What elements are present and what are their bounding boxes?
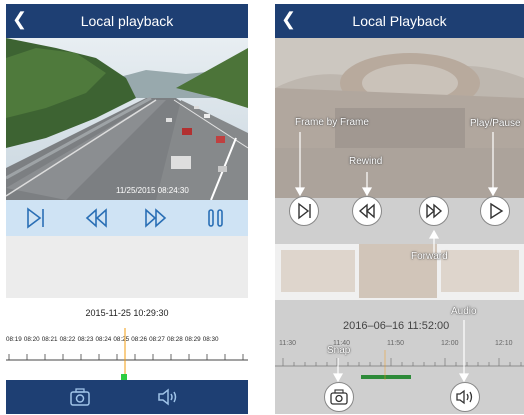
header-bar: ❮ Local Playback bbox=[275, 4, 524, 38]
timeline-label: 12:10 bbox=[495, 340, 513, 347]
current-datetime: 2015-11-25 10:29:30 bbox=[85, 308, 169, 318]
timeline-track[interactable] bbox=[275, 350, 524, 380]
play-pause-label: Play/Pause bbox=[470, 118, 521, 129]
current-datetime: 2016–06–16 11:52:00 bbox=[343, 320, 450, 332]
forward-label: Forward bbox=[411, 251, 448, 262]
timestamp-overlay: 11/25/2015 08:24:30 bbox=[116, 186, 189, 195]
fast-forward-icon bbox=[145, 208, 167, 228]
timeline-label: 11:50 bbox=[387, 340, 404, 347]
page-title: Local Playback bbox=[352, 13, 447, 29]
header-bar: ❮ Local playback bbox=[6, 4, 248, 38]
rewind-icon bbox=[358, 203, 375, 219]
pause-button[interactable] bbox=[204, 206, 228, 230]
timeline-label: 12:00 bbox=[441, 340, 459, 347]
rewind-label: Rewind bbox=[349, 156, 383, 167]
timeline-track[interactable] bbox=[6, 326, 248, 380]
audio-label: Audio bbox=[451, 306, 477, 317]
video-player[interactable]: 11/25/2015 08:24:30 bbox=[6, 38, 248, 200]
thumbnail-strip[interactable] bbox=[275, 244, 524, 300]
fast-forward-icon bbox=[426, 203, 443, 219]
camera-icon bbox=[70, 388, 90, 406]
playback-controls bbox=[6, 200, 248, 236]
speaker-icon bbox=[158, 388, 177, 406]
recording-marker bbox=[361, 375, 411, 379]
play-icon bbox=[490, 202, 504, 220]
snapshot-button[interactable] bbox=[68, 385, 92, 409]
snap-button[interactable] bbox=[324, 382, 354, 412]
pause-icon bbox=[208, 209, 223, 227]
right-screen: ❮ Local Playback 2016–06–16 11:52:00 11:… bbox=[275, 4, 524, 414]
timeline-label: 11:30 bbox=[279, 340, 296, 347]
frame-by-frame-button[interactable] bbox=[289, 196, 319, 226]
audio-button[interactable] bbox=[450, 382, 480, 412]
bottom-toolbar bbox=[6, 380, 248, 414]
page-title: Local playback bbox=[80, 13, 174, 29]
step-forward-button[interactable] bbox=[24, 206, 48, 230]
step-forward-icon bbox=[27, 207, 44, 229]
left-screen: ❮ Local playback 11/25/2015 08:24:30 201… bbox=[6, 4, 248, 414]
snap-label: Snap bbox=[327, 345, 351, 356]
empty-area bbox=[6, 236, 248, 298]
audio-button[interactable] bbox=[156, 385, 180, 409]
forward-button[interactable] bbox=[419, 196, 449, 226]
camera-icon bbox=[330, 389, 348, 405]
frame-by-frame-label: Frame by Frame bbox=[295, 117, 369, 128]
rewind-icon bbox=[85, 208, 107, 228]
rewind-button[interactable] bbox=[352, 196, 382, 226]
thumbnail-images bbox=[275, 244, 524, 300]
step-forward-icon bbox=[298, 202, 311, 220]
fast-forward-button[interactable] bbox=[144, 206, 168, 230]
play-pause-button[interactable] bbox=[480, 196, 510, 226]
speaker-icon bbox=[456, 389, 473, 405]
rewind-button[interactable] bbox=[84, 206, 108, 230]
highway-video-frame bbox=[6, 38, 248, 200]
